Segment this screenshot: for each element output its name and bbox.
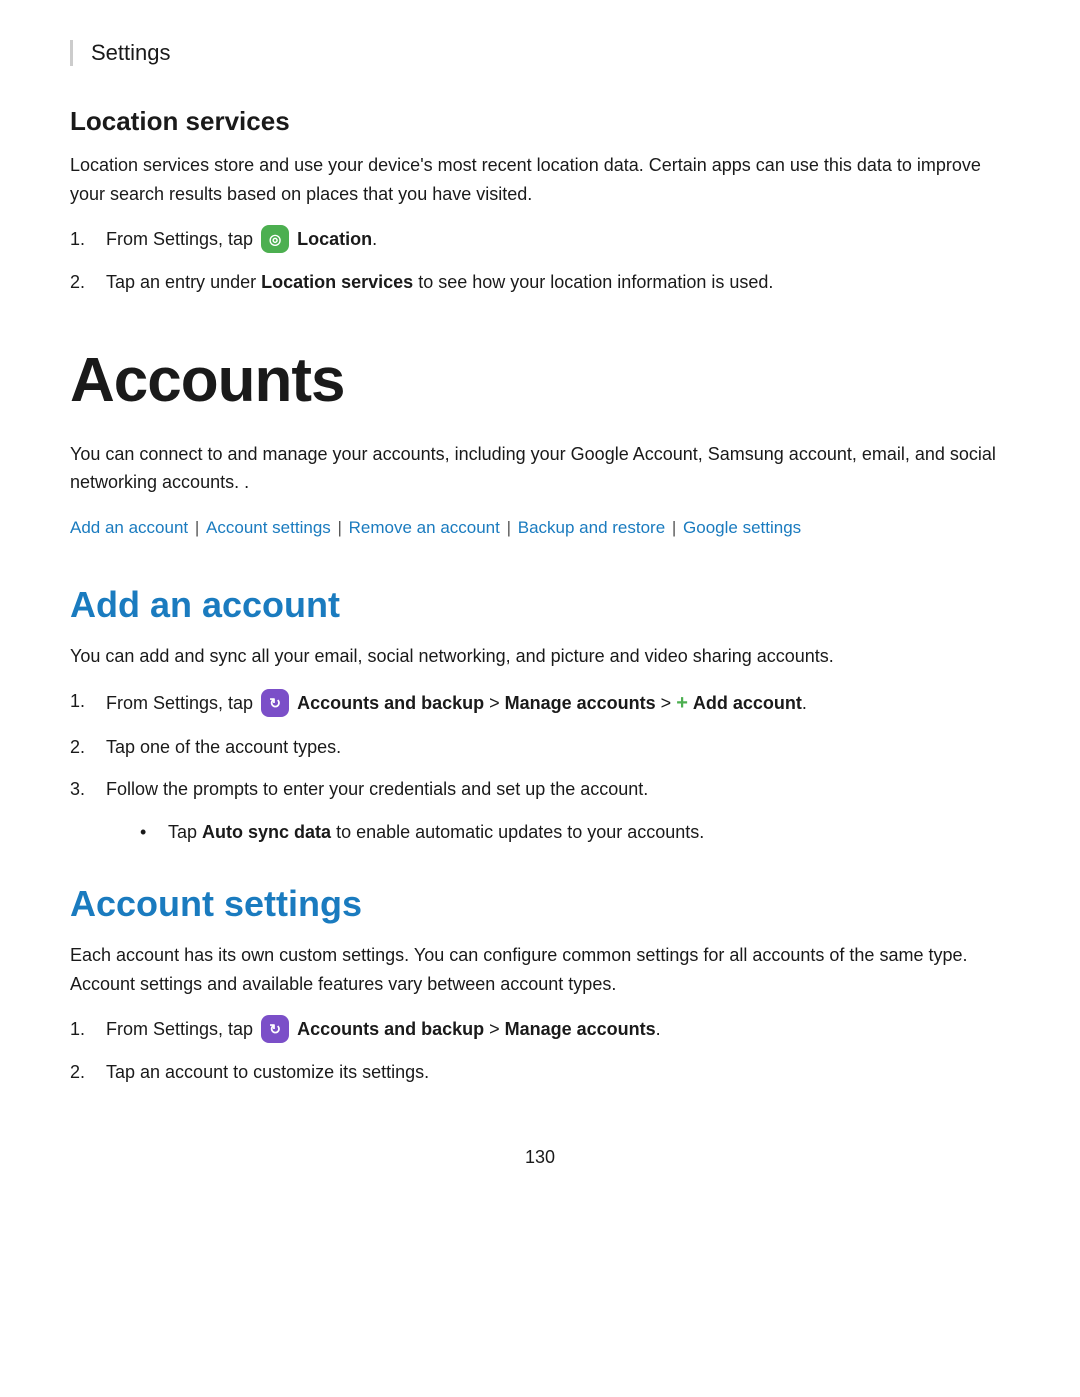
accounts-main-title: Accounts [70, 345, 1010, 416]
add-account-step-1: 1. From Settings, tap ↻ Accounts and bac… [70, 687, 1010, 719]
page-number: 130 [70, 1147, 1010, 1168]
auto-sync-bold: Auto sync data [202, 822, 331, 842]
link-account-settings[interactable]: Account settings [206, 518, 331, 537]
add-step-number-2: 2. [70, 733, 106, 762]
accounts-backup-icon: ↻ [261, 689, 289, 717]
link-sep-4: | [667, 518, 681, 537]
location-step-2: 2. Tap an entry under Location services … [70, 268, 1010, 297]
location-icon: ◎ [261, 225, 289, 253]
location-section: Location services Location services stor… [70, 106, 1010, 297]
settings-step-1: 1. From Settings, tap ↻ Accounts and bac… [70, 1015, 1010, 1044]
settings-header-text: Settings [91, 40, 171, 65]
settings-header: Settings [70, 40, 1010, 66]
accounts-backup-icon-2: ↻ [261, 1015, 289, 1043]
add-account-title: Add an account [70, 584, 1010, 626]
bullet-auto-sync: • Tap Auto sync data to enable automatic… [140, 818, 1010, 847]
location-services-title: Location services [70, 106, 1010, 137]
link-sep-2: | [333, 518, 347, 537]
location-steps-list: 1. From Settings, tap ◎ Location. 2. Tap… [70, 225, 1010, 297]
accounts-links-row: Add an account | Account settings | Remo… [70, 513, 1010, 544]
bullet-dot-1: • [140, 818, 168, 847]
location-bold: Location [297, 229, 372, 249]
link-backup-restore[interactable]: Backup and restore [518, 518, 665, 537]
manage-accounts-bold-2: Manage accounts [505, 1019, 656, 1039]
add-account-steps-list: 1. From Settings, tap ↻ Accounts and bac… [70, 687, 1010, 805]
accounts-backup-bold-2: Accounts and backup [297, 1019, 484, 1039]
accounts-description: You can connect to and manage your accou… [70, 440, 1010, 498]
step-2-content: Tap an entry under Location services to … [106, 268, 1010, 297]
page-container: Settings Location services Location serv… [0, 0, 1080, 1228]
add-step-1-content: From Settings, tap ↻ Accounts and backup… [106, 687, 1010, 719]
settings-step-1-content: From Settings, tap ↻ Accounts and backup… [106, 1015, 1010, 1044]
add-account-description: You can add and sync all your email, soc… [70, 642, 1010, 671]
plus-icon: + [676, 692, 688, 714]
step-number-2: 2. [70, 268, 106, 297]
add-step-number-1: 1. [70, 687, 106, 716]
settings-step-number-1: 1. [70, 1015, 106, 1044]
add-account-step-2: 2. Tap one of the account types. [70, 733, 1010, 762]
step-1-content: From Settings, tap ◎ Location. [106, 225, 1010, 254]
manage-accounts-bold: Manage accounts [505, 693, 656, 713]
settings-step-2: 2. Tap an account to customize its setti… [70, 1058, 1010, 1087]
link-sep-3: | [502, 518, 516, 537]
location-services-bold: Location services [261, 272, 413, 292]
account-settings-section: Account settings Each account has its ow… [70, 883, 1010, 1087]
settings-step-number-2: 2. [70, 1058, 106, 1087]
accounts-main-section: Accounts You can connect to and manage y… [70, 345, 1010, 544]
add-account-bold: Add account [693, 693, 802, 713]
add-step-2-content: Tap one of the account types. [106, 733, 1010, 762]
bullet-1-content: Tap Auto sync data to enable automatic u… [168, 818, 1010, 847]
add-step-3-content: Follow the prompts to enter your credent… [106, 775, 1010, 804]
add-account-step-3: 3. Follow the prompts to enter your cred… [70, 775, 1010, 804]
account-settings-title: Account settings [70, 883, 1010, 925]
link-sep-1: | [190, 518, 204, 537]
account-settings-steps-list: 1. From Settings, tap ↻ Accounts and bac… [70, 1015, 1010, 1087]
link-google-settings[interactable]: Google settings [683, 518, 801, 537]
add-account-section: Add an account You can add and sync all … [70, 584, 1010, 847]
location-description: Location services store and use your dev… [70, 151, 1010, 209]
link-add-account[interactable]: Add an account [70, 518, 188, 537]
add-account-bullets: • Tap Auto sync data to enable automatic… [140, 818, 1010, 847]
account-settings-description: Each account has its own custom settings… [70, 941, 1010, 999]
location-step-1: 1. From Settings, tap ◎ Location. [70, 225, 1010, 254]
link-remove-account[interactable]: Remove an account [349, 518, 500, 537]
settings-step-2-content: Tap an account to customize its settings… [106, 1058, 1010, 1087]
step-number-1: 1. [70, 225, 106, 254]
accounts-backup-bold: Accounts and backup [297, 693, 484, 713]
add-step-number-3: 3. [70, 775, 106, 804]
